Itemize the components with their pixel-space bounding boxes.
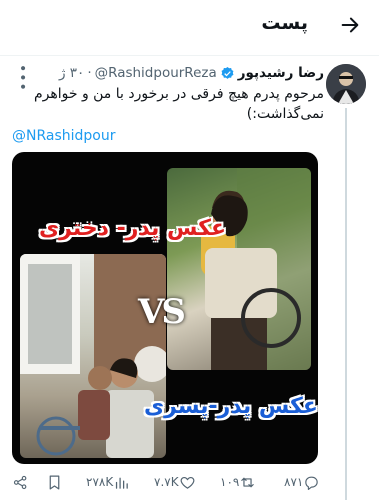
avatar[interactable]: [326, 64, 366, 104]
replies-count: ۸۷۱: [284, 475, 304, 489]
page-title: پست: [261, 12, 308, 34]
bookmark-icon: [49, 475, 60, 489]
reposts-count: ۱۰۹: [220, 475, 240, 489]
verified-icon: [221, 66, 234, 79]
likes-count: ۷.۷K: [154, 475, 179, 489]
author-name[interactable]: رضا رشیدپور: [238, 65, 324, 81]
share-icon: [13, 475, 27, 489]
tweet-media[interactable]: VS عکس پدر- دختری عکس پدر-پسری: [12, 152, 318, 464]
reply-button[interactable]: ۸۷۱: [282, 470, 320, 494]
separator-dot: ·: [87, 65, 92, 81]
more-icon[interactable]: •••: [14, 64, 30, 92]
tweet-text: مرحوم پدرم هیچ فرقی در برخورد با من و خو…: [33, 86, 324, 122]
caption-father-son: عکس پدر-پسری: [144, 394, 318, 419]
share-button[interactable]: [12, 470, 29, 494]
like-icon: [180, 476, 194, 489]
thread-line: [345, 108, 347, 500]
photo-father-daughter: [167, 168, 311, 370]
top-bar: پست: [0, 0, 379, 56]
mention-link[interactable]: @NRashidpour: [12, 128, 116, 144]
reply-icon: [305, 476, 319, 490]
repost-icon: [241, 477, 255, 487]
caption-father-daughter: عکس پدر- دختری: [39, 216, 226, 241]
tweet-time[interactable]: ۳۰ ژ: [59, 65, 84, 81]
views-count: ۲۷۸K: [86, 475, 114, 489]
bookmark-button[interactable]: [46, 470, 63, 494]
header-divider: [0, 55, 379, 56]
vs-label: VS: [138, 292, 186, 332]
views-button[interactable]: ۲۷۸K: [84, 470, 130, 494]
views-icon: [116, 477, 129, 489]
like-button[interactable]: ۷.۷K: [152, 470, 196, 494]
action-bar: ۲۷۸K ۷.۷K ۱۰۹ ۸۷۱: [12, 470, 320, 494]
author-handle[interactable]: @RashidpourReza: [95, 65, 217, 81]
back-arrow-icon[interactable]: [339, 14, 361, 36]
tweet-header: رضا رشیدپور @RashidpourReza · ۳۰ ژ: [59, 62, 324, 84]
photo-father-son: [20, 254, 166, 458]
repost-button[interactable]: ۱۰۹: [218, 470, 256, 494]
